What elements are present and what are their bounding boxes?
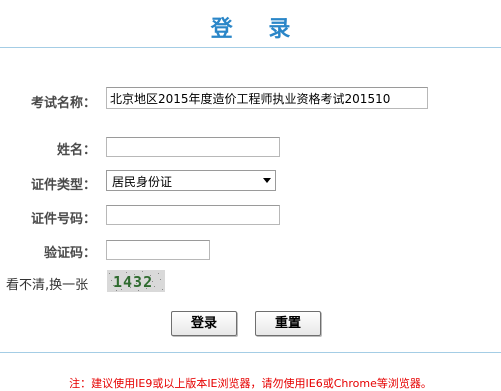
name-field[interactable] (106, 137, 280, 157)
id-type-label: 证件类型： (30, 178, 96, 193)
id-number-label: 证件号码： (30, 212, 96, 227)
footer-divider (0, 352, 501, 353)
exam-name-label: 考试名称： (30, 96, 96, 111)
page-title: 登 录 (210, 17, 305, 42)
captcha-refresh-link[interactable]: 看不清,换一张 (6, 274, 88, 293)
chevron-down-icon (263, 178, 271, 183)
browser-notice: 注：建议使用IE9或以上版本IE浏览器，请勿使用IE6或Chrome等浏览器。 (69, 377, 432, 390)
captcha-image[interactable]: 1432 (107, 270, 165, 292)
id-number-field[interactable] (106, 205, 280, 225)
captcha-noise-graphic: 1432 (107, 270, 165, 292)
id-type-select[interactable]: 居民身份证 (106, 170, 276, 191)
id-type-selected-value: 居民身份证 (112, 175, 173, 189)
reset-button[interactable]: 重置 (255, 311, 321, 336)
login-button[interactable]: 登录 (171, 311, 237, 336)
captcha-label: 验证码： (43, 246, 96, 261)
header-divider (0, 47, 501, 48)
captcha-field[interactable] (106, 240, 210, 260)
name-label: 姓名： (56, 143, 96, 158)
exam-name-field[interactable] (106, 87, 428, 109)
login-page: 登 录 考试名称： 姓名： 证件类型： 居民身份证 证件号码： 验证码： 看不清… (0, 0, 501, 391)
captcha-text: 1432 (113, 273, 153, 291)
